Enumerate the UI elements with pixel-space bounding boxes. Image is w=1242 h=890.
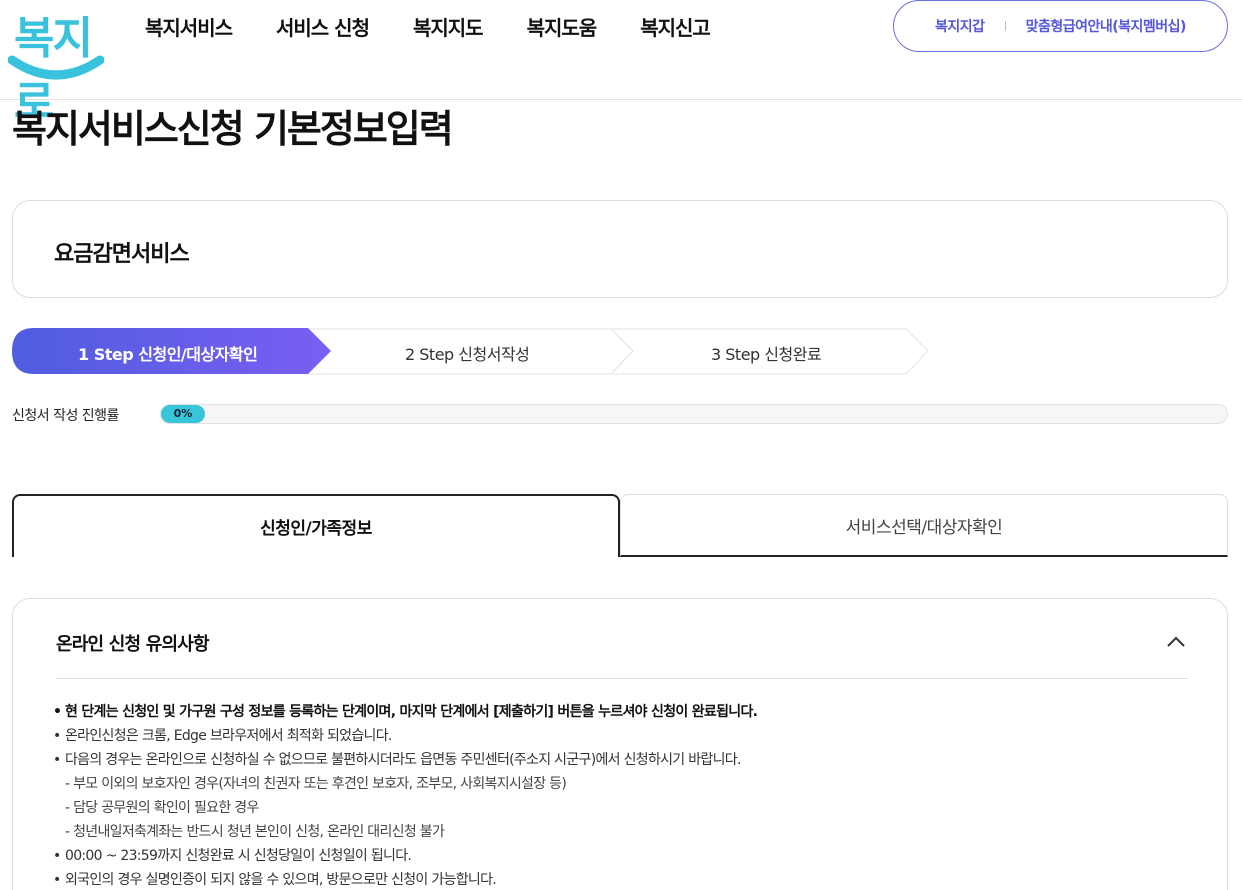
notice-item: • 다음의 경우는 온라인으로 신청하실 수 없으므로 불편하시더라도 읍면동 주…	[53, 748, 757, 772]
step-1-label: 1 Step 신청인/대상자확인	[78, 345, 258, 364]
tab-applicant-family[interactable]: 신청인/가족정보	[12, 494, 620, 557]
nav-item-welfare-report[interactable]: 복지신고	[640, 12, 711, 41]
welfare-wallet-link[interactable]: 복지지갑	[935, 16, 985, 36]
notice-item: • 현 단계는 신청인 및 가구원 구성 정보를 등록하는 단계이며, 마지막 단…	[53, 700, 758, 724]
notice-item-text: 외국인의 경우 실명인증이 되지 않을 수 있으며, 방문으로만 신청이 가능합…	[65, 872, 497, 888]
custom-benefit-link[interactable]: 맞춤형급여안내(복지멤버십)	[1026, 16, 1187, 36]
notice-item-text: 현 단계는 신청인 및 가구원 구성 정보를 등록하는 단계이며, 마지막 단계…	[65, 704, 758, 720]
chevron-up-icon[interactable]	[1165, 631, 1187, 653]
page-title: 복지서비스신청 기본정보입력	[12, 107, 454, 151]
util-links-box: 복지지갑 맞춤형급여안내(복지멤버십)	[893, 0, 1228, 52]
bullet: •	[53, 728, 61, 744]
notice-title: 온라인 신청 유의사항	[56, 634, 210, 655]
nav-item-service-apply[interactable]: 서비스 신청	[276, 12, 370, 41]
notice-sub-item: - 청년내일저축계좌는 반드시 청년 본인이 신청, 온라인 대리신청 불가	[65, 824, 445, 840]
step-3-label: 3 Step 신청완료	[711, 345, 822, 364]
notice-item-text: 온라인신청은 크롬, Edge 브라우저에서 최적화 되었습니다.	[65, 728, 392, 744]
notice-item: • 00:00 ~ 23:59까지 신청완료 시 신청당일이 신청일이 됩니다.	[53, 844, 757, 868]
bokjiro-logo[interactable]: 복지로	[8, 2, 106, 128]
bullet: •	[53, 752, 61, 768]
notice-list: • 현 단계는 신청인 및 가구원 구성 정보를 등록하는 단계이며, 마지막 단…	[53, 700, 758, 890]
bullet: •	[53, 848, 61, 864]
bullet: •	[53, 704, 62, 720]
util-divider	[1004, 21, 1006, 31]
step-indicator: 1 Step 신청인/대상자확인 2 Step 신청서작성 3 Step 신청완…	[12, 328, 942, 376]
progress-bar: 0%	[160, 404, 1228, 424]
step-2-label: 2 Step 신청서작성	[405, 345, 530, 364]
bullet: •	[53, 872, 61, 888]
nav-item-welfare-help[interactable]: 복지도움	[527, 12, 598, 41]
notice-card: 온라인 신청 유의사항 • 현 단계는 신청인 및 가구원 구성 정보를 등록하는…	[12, 598, 1228, 890]
tab-applicant-family-label: 신청인/가족정보	[260, 519, 372, 539]
notice-item: • 외국인의 경우 실명인증이 되지 않을 수 있으며, 방문으로만 신청이 가능…	[53, 868, 757, 890]
notice-divider	[56, 678, 1188, 679]
service-name: 요금감면서비스	[54, 242, 190, 267]
progress-fill: 0%	[161, 405, 205, 423]
service-card: 요금감면서비스	[12, 200, 1228, 298]
nav-item-welfare-map[interactable]: 복지지도	[413, 12, 484, 41]
tab-service-select-label: 서비스선택/대상자확인	[845, 517, 1003, 538]
notice-item-text: 다음의 경우는 온라인으로 신청하실 수 없으므로 불편하시더라도 읍면동 주민…	[65, 752, 741, 768]
nav-item-welfare-services[interactable]: 복지서비스	[145, 12, 233, 41]
notice-item: • 온라인신청은 크롬, Edge 브라우저에서 최적화 되었습니다.	[53, 724, 757, 748]
main-nav: 복지서비스 서비스 신청 복지지도 복지도움 복지신고	[145, 12, 754, 41]
notice-sub-item: - 담당 공무원의 확인이 필요한 경우	[65, 800, 259, 816]
tab-service-select[interactable]: 서비스선택/대상자확인	[620, 494, 1228, 557]
site-header: 복지로 복지서비스 서비스 신청 복지지도 복지도움 복지신고 복지지갑 맞춤형…	[0, 0, 1242, 128]
notice-item-text: 00:00 ~ 23:59까지 신청완료 시 신청당일이 신청일이 됩니다.	[65, 848, 412, 864]
notice-sub-item: - 부모 이외의 보호자인 경우(자녀의 친권자 또는 후견인 보호자, 조부모…	[65, 776, 567, 792]
logo-smile-icon	[8, 55, 104, 80]
progress-label: 신청서 작성 진행률	[12, 408, 119, 424]
